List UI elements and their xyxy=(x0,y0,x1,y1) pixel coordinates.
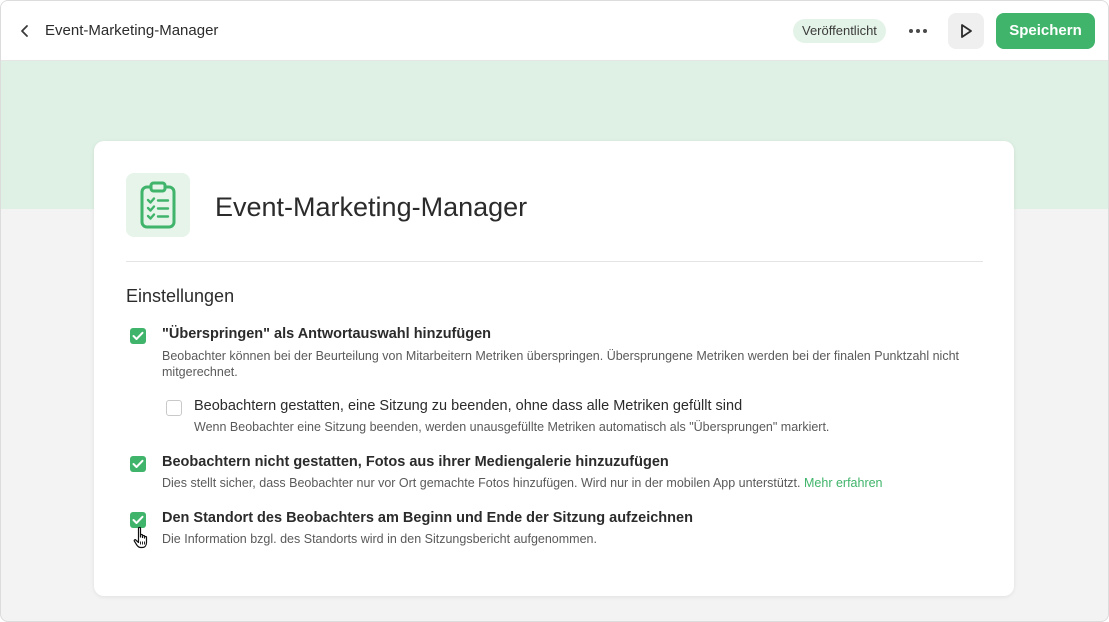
divider xyxy=(126,261,983,262)
skip-option-checkbox[interactable] xyxy=(130,328,146,344)
template-icon-tile xyxy=(126,173,190,237)
section-title: Einstellungen xyxy=(126,286,235,306)
clipboard-checklist-icon xyxy=(140,181,176,229)
save-button[interactable]: Speichern xyxy=(996,13,1095,49)
allow-incomplete-checkbox[interactable] xyxy=(166,400,182,416)
hand-pointer-icon xyxy=(133,526,148,549)
allow-incomplete-label[interactable]: Beobachtern gestatten, eine Sitzung zu b… xyxy=(194,397,742,415)
card-title: Event-Marketing-Manager xyxy=(215,192,528,222)
allow-incomplete-description: Wenn Beobachter eine Sitzung beenden, we… xyxy=(194,420,830,434)
no-gallery-label[interactable]: Beobachtern nicht gestatten, Fotos aus i… xyxy=(162,453,669,471)
settings-card: Event-Marketing-Manager Einstellungen "Ü… xyxy=(94,141,1014,596)
app-window: Event-Marketing-Manager Veröffentlicht S… xyxy=(0,0,1109,622)
more-horizontal-icon xyxy=(909,29,927,33)
status-badge: Veröffentlicht xyxy=(793,19,886,43)
record-location-label[interactable]: Den Standort des Beobachters am Beginn u… xyxy=(162,509,693,527)
check-icon xyxy=(132,331,144,340)
skip-option-description: Beobachter können bei der Beurteilung vo… xyxy=(162,349,959,379)
no-gallery-description: Dies stellt sicher, dass Beobachter nur … xyxy=(162,475,982,491)
no-gallery-description-text: Dies stellt sicher, dass Beobachter nur … xyxy=(162,476,801,490)
page-title: Event-Marketing-Manager xyxy=(45,22,219,39)
more-options-button[interactable] xyxy=(901,17,935,45)
play-icon xyxy=(961,24,972,38)
preview-button[interactable] xyxy=(948,13,984,49)
no-gallery-checkbox[interactable] xyxy=(130,456,146,472)
chevron-left-icon xyxy=(21,25,28,37)
check-icon xyxy=(132,459,144,468)
learn-more-link[interactable]: Mehr erfahren xyxy=(804,476,883,490)
back-button[interactable] xyxy=(15,21,35,41)
record-location-description: Die Information bzgl. des Standorts wird… xyxy=(162,532,597,546)
check-icon xyxy=(132,515,144,524)
skip-option-label[interactable]: "Überspringen" als Antwortauswahl hinzuf… xyxy=(162,325,491,343)
top-bar: Event-Marketing-Manager Veröffentlicht S… xyxy=(1,1,1108,61)
